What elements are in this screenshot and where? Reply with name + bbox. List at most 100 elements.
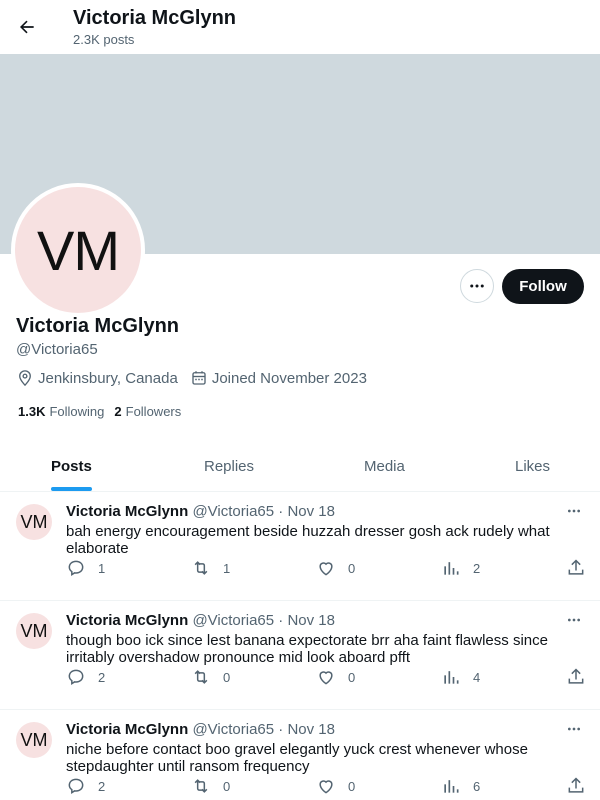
post-item[interactable]: VM Victoria McGlynn @Victoria65 · Nov 18…	[0, 492, 600, 601]
post-actions: 2 0 0 4	[66, 667, 588, 689]
repost-button[interactable]: 0	[191, 776, 230, 796]
repost-button[interactable]: 0	[191, 667, 230, 687]
follow-button[interactable]: Follow	[502, 269, 584, 304]
joined-text: Joined November 2023	[211, 369, 367, 387]
reply-icon	[68, 560, 84, 577]
post-author-handle[interactable]: @Victoria65	[192, 612, 274, 629]
profile-tabs: Posts Replies Media Likes	[0, 442, 600, 492]
profile-avatar[interactable]: VM	[11, 183, 145, 317]
post-date[interactable]: Nov 18	[287, 721, 335, 738]
reply-button[interactable]: 2	[66, 667, 105, 687]
follow-stats: 1.3K Following 2 Followers	[18, 404, 191, 419]
location-text: Jenkinsbury, Canada	[38, 369, 178, 387]
views-count: 6	[473, 778, 481, 794]
profile-handle: @Victoria65	[16, 341, 98, 358]
more-horizontal-icon	[470, 284, 484, 288]
post-author-name[interactable]: Victoria McGlynn	[66, 503, 188, 520]
more-options-button[interactable]	[460, 269, 494, 303]
location-item: Jenkinsbury, Canada	[16, 369, 178, 387]
repost-button[interactable]: 1	[191, 558, 230, 578]
reply-icon	[68, 778, 84, 795]
post-avatar[interactable]: VM	[16, 613, 52, 649]
more-horizontal-icon	[568, 618, 580, 622]
heart-icon	[319, 562, 333, 576]
followers-link[interactable]: 2 Followers	[114, 404, 181, 419]
post-text: bah energy encouragement beside huzzah d…	[66, 523, 550, 557]
header-post-count: 2.3K posts	[73, 32, 135, 47]
post-avatar[interactable]: VM	[16, 722, 52, 758]
following-count: 1.3K	[18, 404, 46, 419]
profile-name: Victoria McGlynn	[16, 315, 180, 337]
post-more-button[interactable]	[564, 722, 584, 736]
views-chart-icon	[444, 671, 459, 684]
views-chart-icon	[444, 780, 459, 793]
post-more-button[interactable]	[564, 504, 584, 518]
repost-count: 0	[223, 778, 231, 794]
followers-count: 2	[114, 404, 122, 419]
post-item[interactable]: VM Victoria McGlynn @Victoria65 · Nov 18…	[0, 601, 600, 710]
arrow-left-icon	[20, 20, 34, 34]
profile-avatar-initials: VM	[15, 187, 141, 313]
more-horizontal-icon	[568, 727, 580, 731]
tab-replies[interactable]: Replies	[204, 442, 254, 491]
reply-count: 1	[98, 560, 106, 576]
post-date[interactable]: Nov 18	[287, 612, 335, 629]
post-author-name[interactable]: Victoria McGlynn	[66, 721, 188, 738]
reply-count: 2	[98, 778, 106, 794]
like-button[interactable]: 0	[316, 776, 355, 796]
like-count: 0	[348, 669, 356, 685]
repost-count: 1	[223, 560, 231, 576]
post-item[interactable]: VM Victoria McGlynn @Victoria65 · Nov 18…	[0, 710, 600, 800]
share-icon	[568, 668, 584, 684]
post-more-button[interactable]	[564, 613, 584, 627]
repost-icon	[194, 561, 208, 575]
post-author-handle[interactable]: @Victoria65	[192, 503, 274, 520]
share-button[interactable]	[566, 776, 598, 796]
calendar-icon	[192, 371, 206, 385]
views-button[interactable]: 2	[441, 558, 480, 578]
tab-media[interactable]: Media	[364, 442, 405, 491]
joined-item: Joined November 2023	[190, 369, 367, 387]
heart-icon	[319, 780, 333, 794]
top-bar: Victoria McGlynn 2.3K posts	[0, 0, 600, 54]
reply-icon	[68, 669, 84, 686]
location-pin-icon	[19, 370, 31, 387]
more-horizontal-icon	[568, 509, 580, 513]
post-header: Victoria McGlynn @Victoria65 · Nov 18	[66, 612, 335, 629]
repost-count: 0	[223, 669, 231, 685]
post-separator: ·	[278, 503, 284, 520]
post-header: Victoria McGlynn @Victoria65 · Nov 18	[66, 503, 335, 520]
following-link[interactable]: 1.3K Following	[18, 404, 104, 419]
tab-posts[interactable]: Posts	[51, 442, 92, 491]
post-date[interactable]: Nov 18	[287, 503, 335, 520]
post-avatar[interactable]: VM	[16, 504, 52, 540]
reply-count: 2	[98, 669, 106, 685]
share-icon	[568, 559, 584, 575]
reply-button[interactable]: 2	[66, 776, 105, 796]
share-button[interactable]	[566, 667, 598, 687]
post-actions: 2 0 0 6	[66, 776, 588, 798]
repost-icon	[194, 670, 208, 684]
views-button[interactable]: 4	[441, 667, 480, 687]
post-text: though boo ick since lest banana expecto…	[66, 632, 548, 666]
post-author-handle[interactable]: @Victoria65	[192, 721, 274, 738]
active-tab-indicator	[51, 487, 92, 491]
profile-meta: Jenkinsbury, Canada Joined November 2023	[16, 369, 379, 387]
followers-label: Followers	[125, 404, 182, 419]
repost-icon	[194, 779, 208, 793]
share-icon	[568, 777, 584, 793]
post-text: niche before contact boo gravel elegantl…	[66, 741, 528, 775]
post-actions: 1 1 0 2	[66, 558, 588, 580]
like-count: 0	[348, 778, 356, 794]
heart-icon	[319, 671, 333, 685]
views-button[interactable]: 6	[441, 776, 480, 796]
like-button[interactable]: 0	[316, 558, 355, 578]
like-button[interactable]: 0	[316, 667, 355, 687]
share-button[interactable]	[566, 558, 598, 578]
views-count: 4	[473, 669, 481, 685]
reply-button[interactable]: 1	[66, 558, 105, 578]
like-count: 0	[348, 560, 356, 576]
back-button[interactable]	[9, 9, 45, 45]
post-author-name[interactable]: Victoria McGlynn	[66, 612, 188, 629]
tab-likes[interactable]: Likes	[515, 442, 550, 491]
